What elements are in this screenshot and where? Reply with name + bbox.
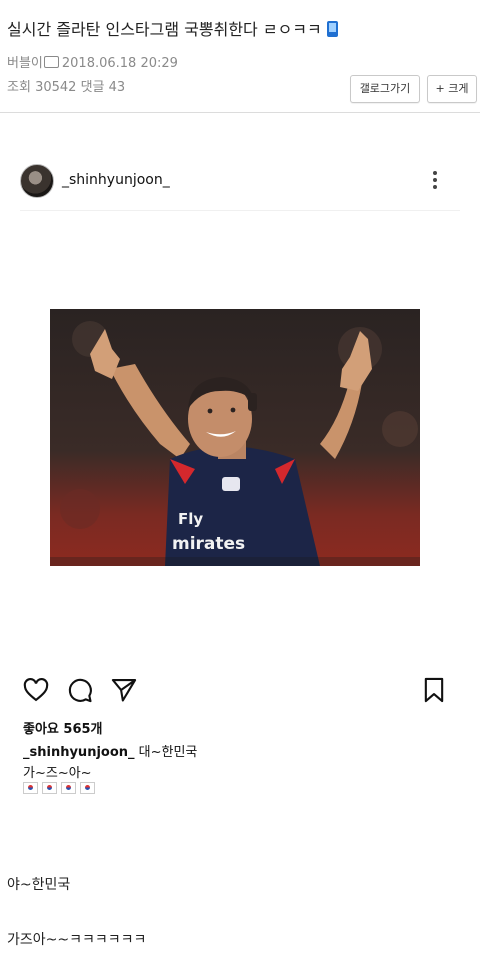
post-header: 실시간 즐라탄 인스타그램 국뽕취한다 ㄹㅇㅋㅋ 버블이 2018.06.18 2…: [0, 0, 480, 112]
post-body-line-2: 가즈아~~ㅋㅋㅋㅋㅋㅋ: [7, 932, 147, 948]
bookmark-icon[interactable]: [420, 676, 450, 706]
instagram-divider: [20, 210, 460, 211]
post-meta-author: 버블이 2018.06.18 20:29: [7, 52, 178, 71]
comments-label: 댓글: [80, 80, 105, 95]
gallog-button[interactable]: 갤로그가기: [350, 75, 420, 103]
jersey-text-emirates: mirates: [172, 534, 245, 554]
more-options-icon[interactable]: [432, 171, 438, 193]
jersey-text-fly: Fly: [178, 510, 203, 528]
heart-icon[interactable]: [22, 676, 52, 706]
author-name[interactable]: 버블이: [7, 56, 43, 71]
post-body-line-1: 야~한민국: [7, 877, 71, 893]
avatar[interactable]: [20, 164, 54, 198]
views-label: 조회: [7, 80, 31, 95]
enlarge-button[interactable]: + 크게: [427, 75, 477, 103]
share-icon[interactable]: [110, 676, 140, 706]
instagram-username[interactable]: _shinhyunjoon_: [62, 172, 170, 188]
photo-illustration: Fly mirates: [50, 309, 420, 566]
caption-text: 대~한민국: [138, 745, 198, 760]
post-meta-stats: 조회 30542 댓글 43: [7, 76, 125, 95]
korean-flag-icon: [61, 782, 76, 794]
caption-username[interactable]: _shinhyunjoon_: [23, 745, 135, 760]
comment-icon[interactable]: [66, 676, 96, 706]
korean-flag-icon: [23, 782, 38, 794]
instagram-photo: Fly mirates: [50, 309, 420, 566]
comments-count: 43: [108, 80, 126, 95]
korean-flag-icon: [80, 782, 95, 794]
post-title: 실시간 즐라탄 인스타그램 국뽕취한다 ㄹㅇㅋㅋ: [7, 16, 338, 40]
post-date: 2018.06.18 20:29: [61, 56, 178, 71]
mobile-phone-icon: [326, 21, 338, 37]
caption-line-2: 가~즈~아~: [23, 766, 92, 781]
korean-flag-emojis: [23, 782, 95, 794]
instagram-action-bar: [0, 676, 480, 708]
header-divider: [0, 112, 480, 113]
instagram-post-header: _shinhyunjoon_: [0, 160, 480, 206]
post-title-text: 실시간 즐라탄 인스타그램 국뽕취한다 ㄹㅇㅋㅋ: [7, 20, 322, 39]
mobile-post-icon: [43, 56, 59, 68]
views-count: 30542: [35, 80, 77, 95]
likes-count[interactable]: 좋아요 565개: [23, 718, 103, 737]
caption: _shinhyunjoon_ 대~한민국: [23, 741, 197, 760]
korean-flag-icon: [42, 782, 57, 794]
